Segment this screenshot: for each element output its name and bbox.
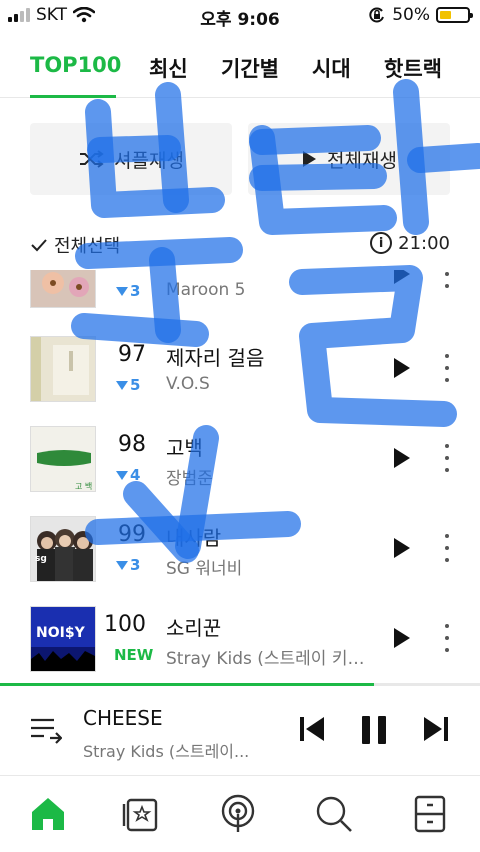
search-icon[interactable] (314, 794, 354, 834)
album-art (30, 270, 96, 308)
track-title: 고백 (166, 436, 203, 460)
play-all-button[interactable]: 전체재생 (248, 123, 450, 195)
home-icon[interactable] (28, 794, 68, 834)
tab-latest[interactable]: 최신 (149, 53, 188, 83)
now-playing-title: CHEESE (83, 706, 163, 730)
track-artist: V.O.S (166, 374, 210, 394)
album-art-text: sg (35, 554, 47, 564)
album-art-text: 고 백 (75, 481, 92, 491)
pause-icon[interactable] (360, 714, 388, 746)
list-item[interactable]: NOI$Y 100 NEW 소리꾼 Stray Kids (스트레이 키… (0, 606, 480, 682)
album-art-text: NOI$Y (36, 625, 86, 641)
play-icon[interactable] (394, 270, 410, 284)
tab-hottrack[interactable]: 핫트랙 (384, 53, 442, 83)
library-icon[interactable] (122, 794, 162, 834)
track-title: 제자리 걸음 (166, 346, 265, 370)
list-item[interactable]: 고 백 98 4 고백 장범준 (0, 426, 480, 516)
tab-period[interactable]: 기간별 (221, 53, 279, 83)
select-all-label: 전체선택 (54, 236, 121, 257)
rank-change: 4 (116, 466, 140, 484)
album-art (30, 336, 96, 402)
track-title: 소리꾼 (166, 616, 222, 640)
bottom-navigation (0, 776, 480, 852)
more-options-icon[interactable] (440, 444, 454, 472)
album-art: sg (30, 516, 96, 582)
play-all-label: 전체재생 (327, 149, 397, 172)
more-options-icon[interactable] (440, 354, 454, 382)
rank-number: 99 (118, 522, 146, 547)
shuffle-play-button[interactable]: 셔플재생 (30, 123, 232, 195)
checkmark-icon (31, 239, 47, 252)
shuffle-icon (80, 150, 104, 168)
shuffle-label: 셔플재생 (114, 149, 184, 172)
tab-top100[interactable]: TOP100 (30, 53, 121, 77)
chart-tabs: TOP100 최신 기간별 시대 핫트랙 (0, 40, 480, 98)
radio-icon[interactable] (218, 794, 258, 834)
play-icon[interactable] (394, 448, 410, 468)
playlist-icon[interactable] (30, 716, 62, 744)
menu-drawer-icon[interactable] (410, 794, 450, 834)
rank-change-new: NEW (114, 646, 154, 664)
info-icon: i (370, 232, 393, 254)
rank-number: 100 (104, 612, 146, 637)
play-icon[interactable] (394, 628, 410, 648)
battery-icon (436, 7, 473, 23)
rank-change: 3 (116, 282, 140, 300)
previous-icon[interactable] (298, 714, 326, 744)
track-artist: SG 워너비 (166, 559, 243, 579)
rank-change: 5 (116, 376, 140, 394)
status-bar: SKT 오후 9:06 50% (0, 0, 480, 34)
list-item[interactable]: 3 Maroon 5 (0, 270, 480, 332)
play-icon[interactable] (394, 358, 410, 378)
album-art: NOI$Y (30, 606, 96, 672)
select-all-button[interactable]: 전체선택 (30, 232, 120, 258)
track-artist: Maroon 5 (166, 280, 246, 300)
more-options-icon[interactable] (440, 534, 454, 562)
album-art: 고 백 (30, 426, 96, 492)
rotation-lock-icon (369, 7, 385, 23)
track-artist: Stray Kids (스트레이 키… (166, 649, 365, 669)
rank-number: 97 (118, 342, 146, 367)
more-options-icon[interactable] (440, 270, 454, 288)
battery-percent: 50% (392, 5, 430, 25)
track-artist: 장범준 (166, 469, 213, 489)
tab-era[interactable]: 시대 (312, 53, 351, 83)
update-time-info[interactable]: i 21:00 (370, 232, 450, 254)
play-icon (303, 151, 317, 167)
rank-change: 3 (116, 556, 140, 574)
list-item[interactable]: 97 5 제자리 걸음 V.O.S (0, 336, 480, 426)
now-playing-artist: Stray Kids (스트레이... (83, 742, 250, 761)
list-item[interactable]: sg 99 3 내사람 SG 워너비 (0, 516, 480, 606)
update-time: 21:00 (398, 232, 450, 254)
play-icon[interactable] (394, 538, 410, 558)
track-title: 내사람 (166, 526, 222, 550)
active-tab-indicator (30, 95, 116, 98)
rank-number: 98 (118, 432, 146, 457)
more-options-icon[interactable] (440, 624, 454, 652)
chart-list: 3 Maroon 5 97 5 제자리 걸음 V.O.S 고 백 98 4 고백… (0, 270, 480, 682)
mini-player[interactable]: CHEESE Stray Kids (스트레이... (0, 686, 480, 776)
next-icon[interactable] (422, 714, 450, 744)
